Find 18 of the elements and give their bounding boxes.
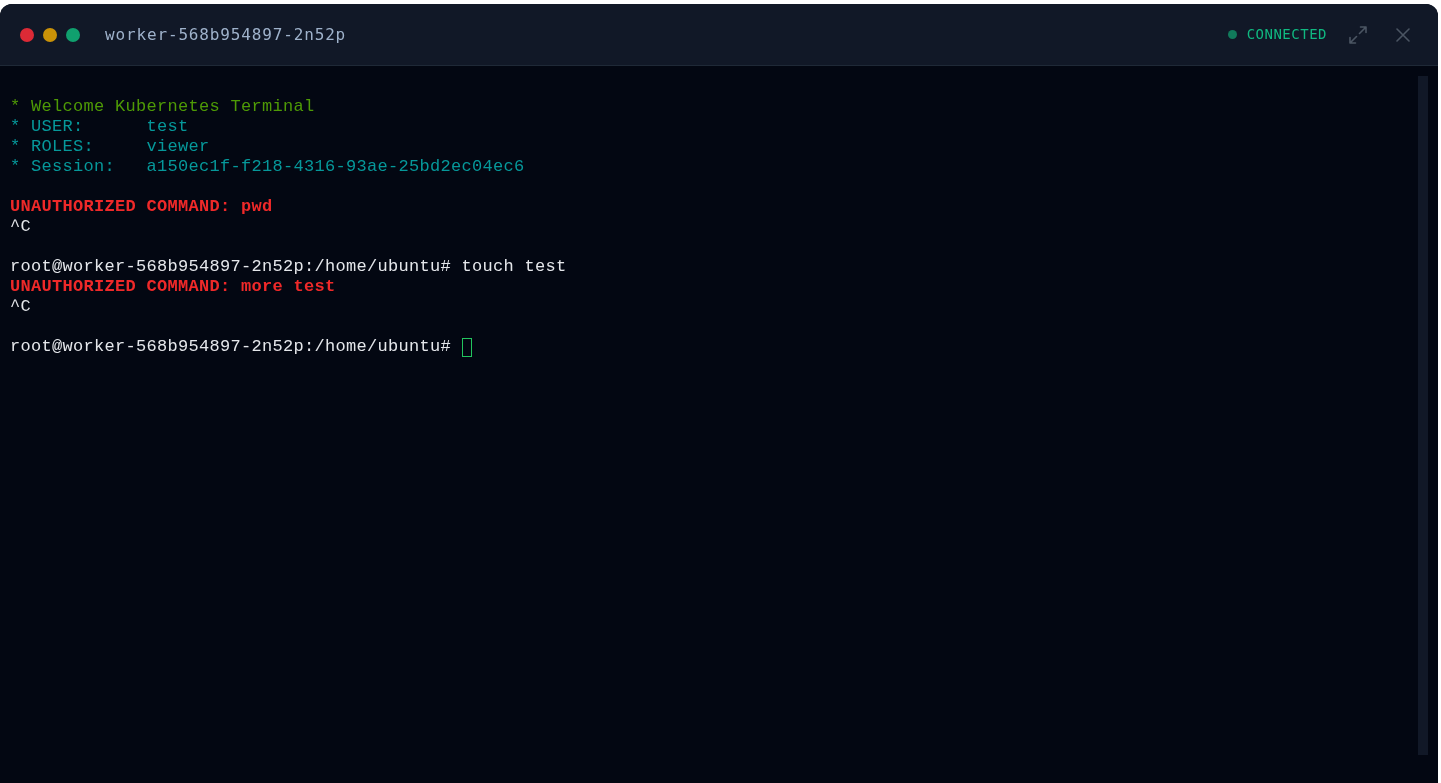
minimize-dot-icon[interactable] bbox=[43, 27, 57, 42]
output-text: ^C bbox=[10, 217, 31, 237]
error-message: UNAUTHORIZED COMMAND: pwd bbox=[10, 197, 273, 217]
error-message: UNAUTHORIZED COMMAND: more test bbox=[10, 277, 336, 297]
command-prompt-line: root@worker-568b954897-2n52p:/home/ubuntu# touch test bbox=[10, 257, 567, 277]
close-dot-icon[interactable] bbox=[20, 27, 34, 42]
expand-icon[interactable] bbox=[1349, 25, 1367, 44]
command-prompt-line: root@worker-568b954897-2n52p:/home/ubuntu# bbox=[10, 337, 452, 357]
welcome-banner-text: * Welcome Kubernetes Terminal bbox=[10, 97, 315, 117]
session-info-text: * ROLES: viewer bbox=[10, 137, 210, 157]
output-text: ^C bbox=[10, 297, 31, 317]
connection-status: CONNECTED bbox=[1246, 25, 1327, 44]
session-info-text: * USER: test bbox=[10, 117, 189, 137]
maximize-dot-icon[interactable] bbox=[66, 27, 80, 42]
session-info-text: * Session: a150ec1f-f218-4316-93ae-25bd2ec04ec6 bbox=[10, 157, 525, 177]
window-title: worker-568b954897-2n52p bbox=[105, 23, 347, 46]
status-dot-icon bbox=[1227, 30, 1237, 39]
close-icon[interactable] bbox=[1396, 27, 1410, 42]
